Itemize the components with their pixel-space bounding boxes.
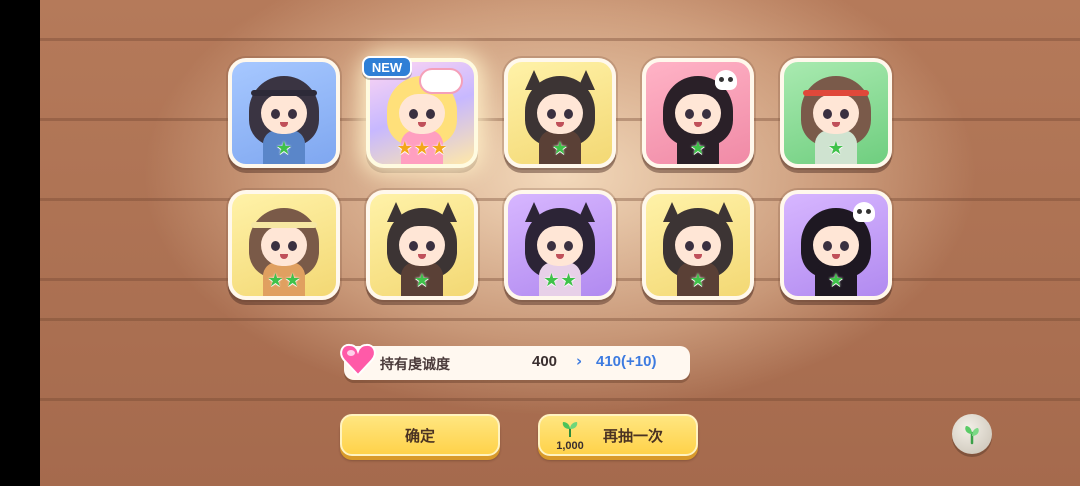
rarity-stars: ★ bbox=[370, 272, 474, 290]
plank-line bbox=[40, 398, 1080, 401]
plank-line bbox=[40, 38, 1080, 41]
star-icon: ★ bbox=[543, 270, 560, 291]
sprout-menu-button[interactable] bbox=[952, 414, 992, 454]
star-icon: ★ bbox=[275, 138, 293, 159]
character-card[interactable]: ★ bbox=[780, 58, 892, 168]
rarity-stars: ★ bbox=[508, 140, 612, 158]
sprout-icon bbox=[562, 422, 578, 437]
rarity-stars: ★ bbox=[646, 140, 750, 158]
rarity-stars: ★ bbox=[232, 140, 336, 158]
character-card[interactable]: ★ bbox=[228, 58, 340, 168]
rarity-stars: ★ bbox=[646, 272, 750, 290]
rarity-stars: ★ bbox=[784, 272, 888, 290]
heart-icon bbox=[340, 343, 376, 377]
plank-line bbox=[40, 318, 1080, 321]
star-icon: ★ bbox=[413, 270, 431, 291]
star-icon: ★ bbox=[284, 270, 301, 291]
star-icon: ★ bbox=[827, 138, 845, 159]
rarity-stars: ★ ★ bbox=[232, 272, 336, 290]
loyalty-bar: 持有虔诚度 400 › 410(+10) bbox=[340, 343, 690, 380]
character-card[interactable]: ★ bbox=[642, 190, 754, 300]
skull-icon bbox=[715, 70, 737, 90]
rarity-stars: ★ bbox=[784, 140, 888, 158]
draw-cost-value: 1,000 bbox=[556, 440, 584, 452]
star-icon: ★ bbox=[413, 138, 431, 159]
draw-again-button-label: 再抽一次 bbox=[602, 426, 663, 445]
star-icon: ★ bbox=[551, 138, 569, 159]
loyalty-label: 持有虔诚度 bbox=[380, 357, 450, 373]
rarity-stars: ★ ★ bbox=[508, 272, 612, 290]
confirm-button[interactable]: 确定 bbox=[340, 414, 500, 456]
star-icon: ★ bbox=[689, 270, 707, 291]
character-card[interactable]: ★ bbox=[780, 190, 892, 300]
character-card[interactable]: ★ ★ bbox=[228, 190, 340, 300]
star-icon: ★ bbox=[827, 270, 845, 291]
draw-again-button[interactable]: 1,000 再抽一次 bbox=[538, 414, 698, 456]
sprout-icon bbox=[965, 426, 979, 445]
new-badge: NEW bbox=[362, 56, 412, 78]
skull-icon bbox=[853, 202, 875, 222]
loyalty-arrow-icon: › bbox=[576, 352, 583, 370]
confirm-button-label: 确定 bbox=[404, 426, 435, 445]
loyalty-next-value: 410(+10) bbox=[596, 353, 657, 370]
star-icon: ★ bbox=[431, 138, 448, 159]
character-card[interactable]: ★ bbox=[366, 190, 478, 300]
draw-cost: 1,000 bbox=[550, 418, 590, 456]
star-icon: ★ bbox=[560, 270, 577, 291]
character-card[interactable]: ★ ★ bbox=[504, 190, 616, 300]
star-icon: ★ bbox=[267, 270, 284, 291]
character-card[interactable]: ★ bbox=[642, 58, 754, 168]
character-card[interactable]: ★ bbox=[504, 58, 616, 168]
rarity-stars: ★ ★ ★ bbox=[370, 140, 474, 158]
star-icon: ★ bbox=[689, 138, 707, 159]
star-icon: ★ bbox=[396, 138, 413, 159]
loyalty-current-value: 400 bbox=[532, 353, 558, 370]
